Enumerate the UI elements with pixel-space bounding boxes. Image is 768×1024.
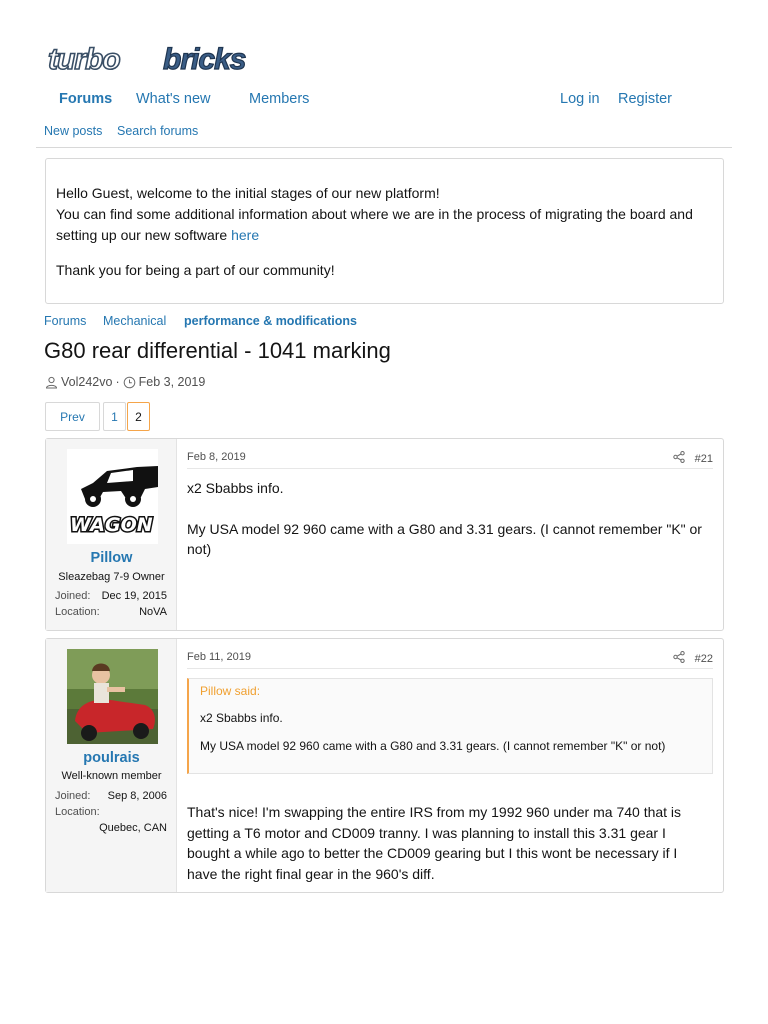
- joined-label: Joined:: [55, 790, 91, 802]
- header-divider: [36, 147, 732, 148]
- location-value: Quebec, CAN: [99, 822, 167, 834]
- logo-part-turbo: turbo: [48, 44, 120, 76]
- meta-separator: ·: [115, 375, 120, 389]
- joined-value: Dec 19, 2015: [101, 590, 167, 602]
- avatar-logo-text: WAGON: [70, 514, 153, 536]
- user-icon: [45, 376, 58, 389]
- post-21: WAGON Pillow Sleazebag 7-9 Owner Joined:…: [45, 438, 724, 631]
- pagination-page-2[interactable]: 2: [127, 402, 150, 431]
- post-22: poulrais Well-known member Joined: Sep 8…: [45, 638, 724, 893]
- location-label: Location:: [55, 606, 100, 618]
- post-actions: #21: [672, 451, 713, 466]
- joined-value: Sep 8, 2006: [107, 790, 167, 802]
- page-title: G80 rear differential - 1041 marking: [44, 338, 391, 363]
- turbobricks-logo-image: turbo bricks: [47, 44, 247, 76]
- location-value: NoVA: [139, 606, 167, 618]
- post-actions: #22: [672, 651, 713, 666]
- location-label: Location:: [55, 806, 100, 818]
- thread-date-link[interactable]: Feb 3, 2019: [139, 375, 206, 389]
- user-joined: Joined: Dec 19, 2015: [55, 590, 167, 602]
- post-body: That's nice! I'm swapping the entire IRS…: [187, 802, 711, 904]
- user-location: Location:: [55, 806, 167, 818]
- subnav-search-forums[interactable]: Search forums: [117, 124, 198, 138]
- site-logo[interactable]: turbo bricks: [46, 44, 296, 76]
- notice-line-2-text: You can find some additional information…: [56, 206, 693, 243]
- post-username[interactable]: poulrais: [46, 750, 177, 766]
- post-username[interactable]: Pillow: [46, 550, 177, 566]
- breadcrumb-performance-modifications[interactable]: performance & modifications: [184, 314, 357, 328]
- pagination-page-1[interactable]: 1: [103, 402, 126, 431]
- share-icon[interactable]: [672, 651, 685, 666]
- pagination-prev-button[interactable]: Prev: [45, 402, 100, 431]
- notice-line-1: Hello Guest, welcome to the initial stag…: [56, 185, 440, 201]
- notice-here-link[interactable]: here: [231, 227, 259, 243]
- post-user-column: poulrais Well-known member Joined: Sep 8…: [46, 639, 177, 892]
- thread-meta: Vol242vo · Feb 3, 2019: [45, 375, 205, 389]
- quote-line: My USA model 92 960 came with a G80 and …: [200, 739, 666, 753]
- notice-line-3: Thank you for being a part of our commun…: [56, 262, 335, 278]
- nav-tab-members[interactable]: Members: [249, 91, 309, 107]
- post-quote: Pillow said: x2 Sbabbs info. My USA mode…: [187, 678, 713, 774]
- thread-author-link[interactable]: Vol242vo: [61, 375, 112, 389]
- quote-line: x2 Sbabbs info.: [200, 711, 283, 725]
- nav-tab-forums[interactable]: Forums: [59, 91, 112, 107]
- joined-label: Joined:: [55, 590, 91, 602]
- post-header-divider: [187, 668, 713, 669]
- user-location-value-row: Quebec, CAN: [55, 822, 167, 834]
- post-body: x2 Sbabbs info. My USA model 92 960 came…: [187, 478, 711, 580]
- post-date-link[interactable]: Feb 11, 2019: [187, 651, 251, 663]
- breadcrumb-mechanical[interactable]: Mechanical: [103, 314, 166, 328]
- post-date-link[interactable]: Feb 8, 2019: [187, 451, 246, 463]
- post-paragraph: My USA model 92 960 came with a G80 and …: [187, 520, 702, 558]
- avatar[interactable]: [67, 649, 158, 744]
- share-icon[interactable]: [672, 451, 685, 466]
- quote-author-link[interactable]: Pillow said:: [200, 684, 702, 698]
- post-paragraph: That's nice! I'm swapping the entire IRS…: [187, 804, 682, 882]
- register-link[interactable]: Register: [618, 91, 672, 107]
- nav-tab-whats-new[interactable]: What's new: [136, 91, 211, 107]
- post-user-column: WAGON Pillow Sleazebag 7-9 Owner Joined:…: [46, 439, 177, 630]
- breadcrumb-forums[interactable]: Forums: [44, 314, 86, 328]
- login-link[interactable]: Log in: [560, 91, 600, 107]
- logo-part-bricks: bricks: [163, 44, 246, 76]
- notice-line-2: You can find some additional information…: [56, 204, 713, 246]
- clock-icon: [123, 376, 136, 389]
- post-number-link[interactable]: #22: [695, 653, 713, 665]
- user-title: Sleazebag 7-9 Owner: [58, 571, 165, 583]
- welcome-notice: Hello Guest, welcome to the initial stag…: [45, 158, 724, 304]
- user-joined: Joined: Sep 8, 2006: [55, 790, 167, 802]
- post-paragraph: x2 Sbabbs info.: [187, 480, 284, 496]
- user-location: Location: NoVA: [55, 606, 167, 618]
- post-header-divider: [187, 468, 713, 469]
- subnav-new-posts[interactable]: New posts: [44, 124, 102, 138]
- user-title: Well-known member: [61, 770, 162, 782]
- post-number-link[interactable]: #21: [695, 453, 713, 465]
- avatar[interactable]: WAGON: [67, 449, 158, 544]
